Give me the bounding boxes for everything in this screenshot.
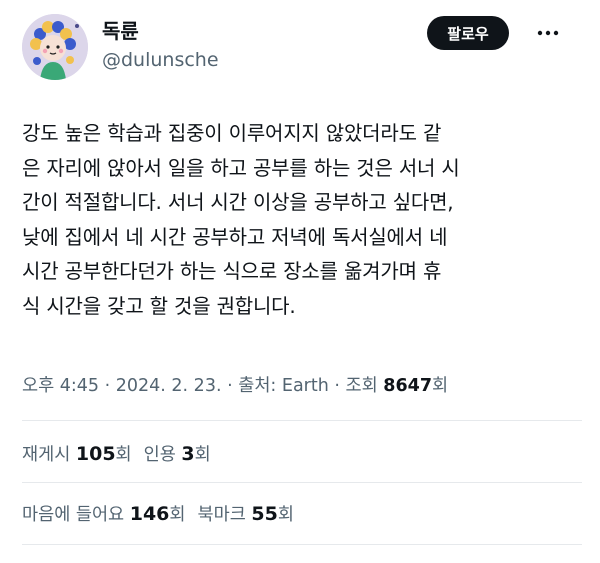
reposts-suffix: 회 bbox=[115, 445, 132, 465]
bookmarks-stat[interactable]: 북마크 55회 bbox=[197, 503, 294, 525]
tweet-header: 독륜 @dulunsche 팔로우 bbox=[22, 14, 582, 84]
reposts-label: 재게시 bbox=[22, 445, 76, 465]
bookmarks-suffix: 회 bbox=[277, 505, 294, 525]
tweet-meta: 오후 4:45 · 2024. 2. 23. · 출처: Earth · 조회 … bbox=[22, 372, 448, 397]
likes-label: 마음에 들어요 bbox=[22, 505, 130, 525]
tweet-line: 간이 적절합니다. 서너 시간 이상을 공부하고 싶다면, bbox=[22, 190, 454, 214]
tweet-source: 출처: Earth bbox=[238, 376, 329, 396]
avatar[interactable] bbox=[22, 14, 88, 80]
bookmarks-count: 55 bbox=[251, 503, 278, 525]
bookmarks-label: 북마크 bbox=[197, 505, 252, 525]
quotes-stat[interactable]: 인용 3회 bbox=[143, 443, 211, 465]
views-suffix: 회 bbox=[432, 376, 449, 396]
reposts-stat[interactable]: 재게시 105회 bbox=[22, 443, 132, 465]
tweet-line: 식 시간을 갖고 할 것을 권합니다. bbox=[22, 293, 296, 318]
follow-button[interactable]: 팔로우 bbox=[427, 16, 509, 50]
tweet-date[interactable]: 2024. 2. 23. bbox=[116, 376, 222, 396]
user-handle[interactable]: @dulunsche bbox=[102, 47, 219, 73]
repost-quote-stats: 재게시 105회 인용 3회 bbox=[22, 441, 211, 466]
tweet-line: 강도 높은 학습과 집중이 이루어지지 않았더라도 같 bbox=[22, 121, 442, 145]
quotes-count: 3 bbox=[181, 443, 195, 465]
divider bbox=[22, 420, 582, 421]
quotes-suffix: 회 bbox=[194, 445, 211, 465]
meta-separator: · bbox=[221, 376, 239, 396]
tweet-body: 강도 높은 학습과 집중이 이루어지지 않았더라도 같 은 자리에 앉아서 일을… bbox=[22, 116, 582, 323]
reposts-count: 105 bbox=[75, 443, 116, 465]
views-label: 조회 bbox=[345, 376, 384, 396]
tweet-line: 시간 공부한다던가 하는 식으로 장소를 옮겨가며 휴 bbox=[22, 259, 442, 283]
meta-separator: · bbox=[328, 376, 346, 396]
tweet-time[interactable]: 오후 4:45 bbox=[22, 376, 99, 396]
tweet-line: 은 자리에 앉아서 일을 하고 공부를 하는 것은 서너 시 bbox=[22, 155, 460, 180]
divider bbox=[22, 544, 582, 545]
divider bbox=[22, 482, 582, 483]
tweet-line: 낮에 집에서 네 시간 공부하고 저녁에 독서실에서 네 bbox=[22, 224, 448, 249]
display-name[interactable]: 독륜 bbox=[102, 18, 219, 44]
meta-separator: · bbox=[99, 376, 116, 396]
like-bookmark-stats: 마음에 들어요 146회 북마크 55회 bbox=[22, 501, 294, 526]
likes-suffix: 회 bbox=[169, 505, 186, 525]
user-names: 독륜 @dulunsche bbox=[102, 18, 219, 73]
likes-stat[interactable]: 마음에 들어요 146회 bbox=[22, 503, 186, 525]
more-horizontal-icon[interactable] bbox=[536, 24, 560, 42]
avatar-illustration-icon bbox=[22, 14, 88, 80]
likes-count: 146 bbox=[129, 503, 170, 525]
quotes-label: 인용 bbox=[143, 445, 182, 465]
views-count: 8647 bbox=[383, 376, 433, 396]
